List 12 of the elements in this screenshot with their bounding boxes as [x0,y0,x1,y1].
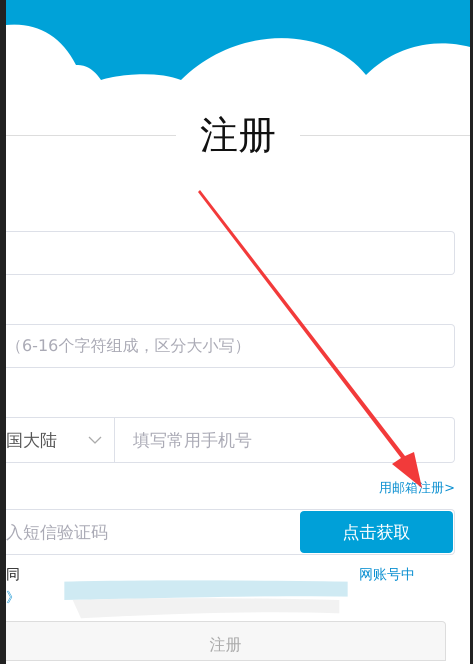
input-field[interactable]: （6-16个字符组成，区分大小写） [6,324,455,368]
sms-code-field[interactable]: 入短信验证码 [6,520,108,544]
register-button[interactable]: 注册 [6,621,446,661]
agreement-link[interactable]: 》 [6,589,20,607]
page-title: 注册 [199,112,277,159]
agreement-link[interactable]: 网账号中 [359,566,415,584]
phone-field[interactable]: 填写常用手机号 [115,428,252,452]
input-field[interactable] [6,231,455,275]
get-code-button[interactable]: 点击获取 [300,511,453,553]
chevron-down-icon [88,436,102,444]
region-select[interactable]: 国大陆 [6,418,115,462]
agreement-text: 同 [6,566,20,584]
